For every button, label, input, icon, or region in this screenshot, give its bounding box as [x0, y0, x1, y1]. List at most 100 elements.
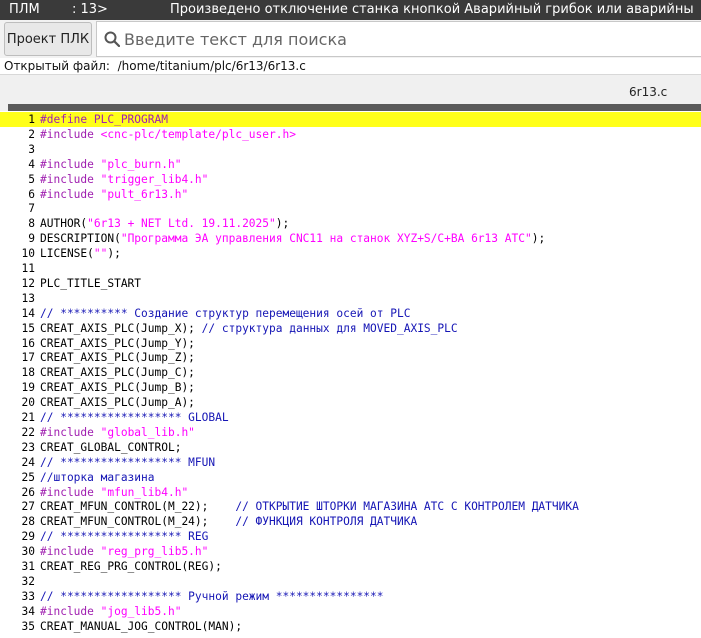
- code-line[interactable]: 35 CREAT_MANUAL_JOG_CONTROL(MAN);: [0, 619, 701, 634]
- line-number: 6: [28, 187, 35, 201]
- code-line[interactable]: 27 CREAT_MFUN_CONTROL(M_22); // ОТКРЫТИЕ …: [0, 499, 701, 514]
- code-line[interactable]: 34 #include "jog_lib5.h": [0, 604, 701, 619]
- code-token: #include: [40, 545, 101, 559]
- line-number: 14: [21, 306, 35, 320]
- code-line[interactable]: 17 CREAT_AXIS_PLC(Jump_Z);: [0, 350, 701, 365]
- code-line[interactable]: 6 #include "pult_6r13.h": [0, 187, 701, 202]
- code-token: "reg_prg_lib5.h": [100, 545, 209, 559]
- code-line[interactable]: 10 LICENSE("");: [0, 246, 701, 261]
- code-token: #include: [40, 172, 101, 186]
- code-token: #include: [40, 425, 101, 439]
- code-text: // ****************** REG: [40, 529, 208, 544]
- position-indicator: : 13>: [72, 2, 108, 17]
- line-number: 8: [28, 217, 35, 231]
- code-token: CREAT_AXIS_PLC(Jump_X);: [40, 321, 202, 335]
- code-token: CREAT_AXIS_PLC(Jump_A);: [40, 396, 195, 410]
- code-token: "Программа ЭА управления CNC11 на станок…: [120, 232, 532, 246]
- code-line[interactable]: 12 PLC_TITLE_START: [0, 276, 701, 291]
- search-input[interactable]: [124, 25, 684, 53]
- code-token: "pult_6r13.h": [100, 187, 189, 201]
- code-text: #define PLC_PROGRAM: [40, 112, 168, 127]
- code-line[interactable]: 25 //шторка магазина: [0, 470, 701, 485]
- code-line[interactable]: 16 CREAT_AXIS_PLC(Jump_Y);: [0, 336, 701, 351]
- line-number: 22: [21, 425, 35, 439]
- code-text: CREAT_REG_PRG_CONTROL(REG);: [40, 559, 222, 574]
- code-line[interactable]: 3: [0, 142, 701, 157]
- code-line[interactable]: 7: [0, 201, 701, 216]
- code-text: CREAT_MANUAL_JOG_CONTROL(MAN);: [40, 619, 242, 634]
- code-line[interactable]: 9 DESCRIPTION("Программа ЭА управления CN…: [0, 231, 701, 246]
- code-line[interactable]: 18 CREAT_AXIS_PLC(Jump_C);: [0, 365, 701, 380]
- code-line[interactable]: 29 // ****************** REG: [0, 529, 701, 544]
- line-number: 4: [28, 157, 35, 171]
- line-number: 18: [21, 366, 35, 380]
- code-line[interactable]: 28 CREAT_MFUN_CONTROL(M_24); // ФУНКЦИЯ К…: [0, 514, 701, 529]
- code-token: #include: [40, 604, 101, 618]
- code-line[interactable]: 26 #include "mfun_lib4.h": [0, 485, 701, 500]
- code-line[interactable]: 2 #include <cnc-plc/template/plc_user.h>: [0, 127, 701, 142]
- code-line[interactable]: 15 CREAT_AXIS_PLC(Jump_X); // структура д…: [0, 321, 701, 336]
- line-number: 35: [21, 619, 35, 633]
- plc-project-button[interactable]: Проект ПЛК: [4, 22, 92, 56]
- tab-file[interactable]: 6r13.c: [629, 85, 667, 99]
- line-number: 13: [21, 291, 35, 305]
- code-line[interactable]: 20 CREAT_AXIS_PLC(Jump_A);: [0, 395, 701, 410]
- line-number: 17: [21, 351, 35, 365]
- code-text: #include "reg_prg_lib5.h": [40, 544, 208, 559]
- search-box[interactable]: [96, 21, 701, 57]
- code-token: #include: [40, 157, 101, 171]
- line-number: 10: [21, 247, 35, 261]
- code-line[interactable]: 5 #include "trigger_lib4.h": [0, 172, 701, 187]
- code-token: // ****************** Ручной режим *****…: [40, 589, 384, 603]
- code-text: #include "plc_burn.h": [40, 157, 181, 172]
- line-number: 5: [28, 172, 35, 186]
- code-text: #include "jog_lib5.h": [40, 604, 181, 619]
- line-number: 1: [28, 113, 35, 126]
- code-line[interactable]: 33 // ****************** Ручной режим ***…: [0, 589, 701, 604]
- code-token: LICENSE(: [40, 247, 94, 261]
- code-token: // ****************** GLOBAL: [40, 411, 229, 424]
- code-line[interactable]: 4 #include "plc_burn.h": [0, 157, 701, 172]
- code-text: // ********** Создание структур перемеще…: [40, 306, 410, 321]
- code-token: #include: [40, 485, 101, 499]
- code-text: CREAT_MFUN_CONTROL(M_24); // ФУНКЦИЯ КОН…: [40, 514, 417, 529]
- code-token: // структура данных для MOVED_AXIS_PLC: [201, 321, 458, 335]
- line-number: 20: [21, 396, 35, 410]
- code-line[interactable]: 23 CREAT_GLOBAL_CONTROL;: [0, 440, 701, 455]
- toolbar: Проект ПЛК: [0, 20, 701, 58]
- code-token: // ****************** MFUN: [40, 455, 216, 469]
- line-number: 29: [21, 530, 35, 544]
- code-token: CREAT_REG_PRG_CONTROL(REG);: [40, 560, 222, 573]
- code-token: CREAT_MFUN_CONTROL(M_24);: [40, 515, 236, 529]
- code-token: // ********** Создание структур перемеще…: [40, 306, 411, 320]
- code-line[interactable]: 13: [0, 291, 701, 306]
- code-editor[interactable]: 1 #define PLC_PROGRAM 2 #include <cnc-plc/t…: [0, 111, 701, 638]
- code-line[interactable]: 19 CREAT_AXIS_PLC(Jump_B);: [0, 380, 701, 395]
- line-number: 15: [21, 321, 35, 335]
- code-token: #define PLC_PROGRAM: [40, 113, 168, 126]
- code-line[interactable]: 24 // ****************** MFUN: [0, 455, 701, 470]
- code-line[interactable]: 11: [0, 261, 701, 276]
- code-token: #include: [40, 127, 101, 141]
- code-line[interactable]: 8 AUTHOR("6r13 + NET Ltd. 19.11.2025");: [0, 216, 701, 231]
- line-number: 27: [21, 500, 35, 514]
- code-token: <cnc-plc/template/plc_user.h>: [100, 127, 296, 141]
- code-line[interactable]: 31 CREAT_REG_PRG_CONTROL(REG);: [0, 559, 701, 574]
- line-number: 19: [21, 381, 35, 395]
- code-line[interactable]: 14 // ********** Создание структур переме…: [0, 306, 701, 321]
- code-token: "trigger_lib4.h": [100, 172, 209, 186]
- code-line[interactable]: 1 #define PLC_PROGRAM: [0, 112, 701, 127]
- code-token: //шторка магазина: [40, 470, 155, 484]
- code-line[interactable]: 21 // ****************** GLOBAL: [0, 410, 701, 425]
- code-line[interactable]: 30 #include "reg_prg_lib5.h": [0, 544, 701, 559]
- line-number: 2: [28, 127, 35, 141]
- code-token: );: [531, 232, 546, 246]
- code-token: // ОТКРЫТИЕ ШТОРКИ МАГАЗИНА ATC С КОНТРО…: [235, 500, 579, 514]
- code-text: CREAT_AXIS_PLC(Jump_Y);: [40, 336, 195, 351]
- code-line[interactable]: 22 #include "global_lib.h": [0, 425, 701, 440]
- line-number: 3: [28, 142, 35, 156]
- open-file-line: Открытый файл: /home/titanium/plc/6r13/6…: [4, 59, 306, 73]
- code-line[interactable]: 32: [0, 574, 701, 589]
- line-number: 7: [28, 202, 35, 216]
- line-number: 26: [21, 485, 35, 499]
